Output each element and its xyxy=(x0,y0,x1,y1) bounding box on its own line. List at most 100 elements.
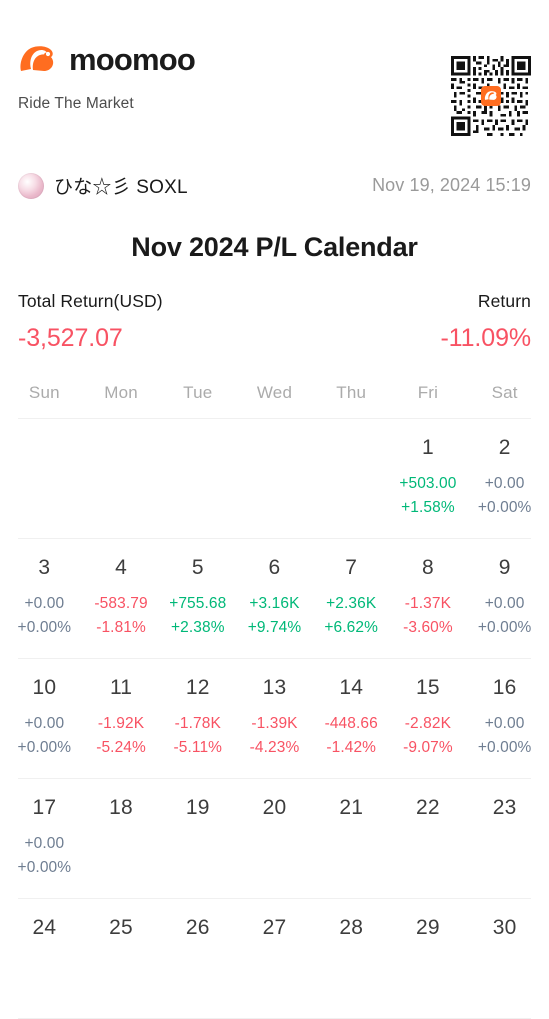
day-pl-percent: -9.07% xyxy=(403,739,453,757)
day-cell-18[interactable]: 18 xyxy=(83,779,160,898)
day-cell-11[interactable]: 11 -1.92K -5.24% xyxy=(83,659,160,778)
day-number: 16 xyxy=(492,676,517,699)
day-cell-1[interactable]: 1 +503.00 +1.58% xyxy=(390,419,467,538)
day-number: 18 xyxy=(109,796,133,819)
user-name: ひな☆彡 SOXL xyxy=(54,177,188,198)
user-identity: ひな☆彡 SOXL xyxy=(18,172,188,199)
calendar-week-row: 3 +0.00 +0.00% 4 -583.79 -1.81% 5 +755.68 +2.38%… xyxy=(0,539,549,658)
day-number: 9 xyxy=(498,556,511,579)
day-pl-percent: -3.60% xyxy=(403,619,453,637)
day-cell-15[interactable]: 15 -2.82K -9.07% xyxy=(390,659,467,778)
day-pl-amount: -1.39K xyxy=(251,715,298,732)
weekday-header: Sun Mon Tue Wed Thu Fri Sat xyxy=(0,383,549,418)
day-pl-percent: -4.23% xyxy=(249,739,300,757)
day-pl-amount: +3.16K xyxy=(249,595,300,612)
day-number: 29 xyxy=(416,916,440,939)
weekday-label-sun: Sun xyxy=(28,383,60,402)
total-return-block: Total Return(USD) -3,527.07 xyxy=(18,291,163,353)
qr-code-icon xyxy=(451,56,531,136)
day-cell-29[interactable]: 29 xyxy=(390,899,467,1018)
day-cell-4[interactable]: 4 -583.79 -1.81% xyxy=(83,539,160,658)
day-cell-7[interactable]: 7 +2.36K +6.62% xyxy=(313,539,390,658)
day-cell-empty xyxy=(159,419,236,538)
calendar-week-row: 24 25 26 27 28 29 30 xyxy=(0,899,549,1018)
qr-center-logo-icon xyxy=(481,86,501,106)
day-pl-amount: +0.00 xyxy=(484,595,525,612)
total-return-label: Total Return(USD) xyxy=(18,291,163,311)
day-cell-12[interactable]: 12 -1.78K -5.11% xyxy=(159,659,236,778)
day-pl-amount: -2.82K xyxy=(404,715,452,732)
day-pl-percent: +0.00% xyxy=(17,739,72,757)
day-cell-6[interactable]: 6 +3.16K +9.74% xyxy=(236,539,313,658)
page-title: Nov 2024 P/L Calendar xyxy=(131,232,418,262)
total-return-value: -3,527.07 xyxy=(18,324,123,352)
day-number: 26 xyxy=(185,916,210,939)
day-pl-amount: +0.00 xyxy=(24,595,65,612)
day-pl-amount: +0.00 xyxy=(24,715,65,732)
day-number: 7 xyxy=(345,556,358,579)
day-cell-3[interactable]: 3 +0.00 +0.00% xyxy=(6,539,83,658)
day-number: 21 xyxy=(339,796,364,819)
day-cell-20[interactable]: 20 xyxy=(236,779,313,898)
day-cell-8[interactable]: 8 -1.37K -3.60% xyxy=(390,539,467,658)
day-cell-empty xyxy=(236,419,313,538)
day-number: 10 xyxy=(32,676,57,699)
day-cell-27[interactable]: 27 xyxy=(236,899,313,1018)
day-pl-amount: -583.79 xyxy=(94,595,148,612)
day-cell-2[interactable]: 2 +0.00 +0.00% xyxy=(466,419,543,538)
brand-tagline: Ride The Market xyxy=(18,95,134,112)
return-label: Return xyxy=(477,291,531,311)
day-cell-10[interactable]: 10 +0.00 +0.00% xyxy=(6,659,83,778)
day-cell-16[interactable]: 16 +0.00 +0.00% xyxy=(466,659,543,778)
day-pl-amount: +2.36K xyxy=(326,595,377,612)
pl-calendar: Sun Mon Tue Wed Thu Fri Sat 1 +503.00 +1.58% 2 +0.… xyxy=(0,383,549,1019)
day-cell-13[interactable]: 13 -1.39K -4.23% xyxy=(236,659,313,778)
day-cell-28[interactable]: 28 xyxy=(313,899,390,1018)
day-cell-17[interactable]: 17 +0.00 +0.00% xyxy=(6,779,83,898)
day-number: 20 xyxy=(262,796,287,819)
timestamp: Nov 19, 2024 15:19 xyxy=(372,175,531,195)
day-number: 15 xyxy=(416,676,440,699)
day-cell-19[interactable]: 19 xyxy=(159,779,236,898)
day-cell-30[interactable]: 30 xyxy=(466,899,543,1018)
day-pl-percent: +0.00% xyxy=(17,859,72,877)
day-cell-24[interactable]: 24 xyxy=(6,899,83,1018)
return-block: Return -11.09% xyxy=(440,291,531,353)
day-pl-amount: +0.00 xyxy=(24,835,65,852)
day-cell-21[interactable]: 21 xyxy=(313,779,390,898)
day-pl-percent: -1.42% xyxy=(326,739,377,757)
day-cell-25[interactable]: 25 xyxy=(83,899,160,1018)
day-number: 27 xyxy=(262,916,287,939)
day-number: 25 xyxy=(109,916,133,939)
day-pl-amount: +0.00 xyxy=(484,475,525,492)
day-cell-23[interactable]: 23 xyxy=(466,779,543,898)
day-pl-percent: +0.00% xyxy=(477,499,532,517)
day-pl-amount: +755.68 xyxy=(169,595,227,612)
day-cell-14[interactable]: 14 -448.66 -1.42% xyxy=(313,659,390,778)
day-number: 30 xyxy=(492,916,517,939)
day-pl-amount: -448.66 xyxy=(324,715,378,732)
day-number: 2 xyxy=(498,436,511,459)
brand-left: moomoo Ride The Market xyxy=(18,44,196,113)
day-number: 11 xyxy=(109,676,133,699)
day-pl-percent: -5.11% xyxy=(173,739,223,757)
day-number: 17 xyxy=(32,796,57,819)
summary-section: Total Return(USD) -3,527.07 Return -11.0… xyxy=(0,291,549,353)
weekday-label-tue: Tue xyxy=(183,383,213,402)
brand-logo: moomoo xyxy=(18,44,196,75)
weekday-label-thu: Thu xyxy=(336,383,367,402)
calendar-week-row: 1 +503.00 +1.58% 2 +0.00 +0.00% xyxy=(0,419,549,538)
day-pl-percent: -5.24% xyxy=(96,739,146,757)
day-pl-percent: +6.62% xyxy=(324,619,378,637)
calendar-week-row: 17 +0.00 +0.00% 18 19 20 21 22 23 xyxy=(0,779,549,898)
day-number: 4 xyxy=(115,556,127,579)
day-cell-5[interactable]: 5 +755.68 +2.38% xyxy=(159,539,236,658)
day-number: 19 xyxy=(185,796,210,819)
day-cell-empty xyxy=(6,419,83,538)
day-cell-22[interactable]: 22 xyxy=(390,779,467,898)
calendar-weeks: 1 +503.00 +1.58% 2 +0.00 +0.00% 3 +0.00 +0.00% 4 -… xyxy=(0,419,549,1019)
day-cell-26[interactable]: 26 xyxy=(159,899,236,1018)
day-pl-amount: +503.00 xyxy=(399,475,457,492)
day-cell-9[interactable]: 9 +0.00 +0.00% xyxy=(466,539,543,658)
day-pl-percent: +0.00% xyxy=(17,619,72,637)
